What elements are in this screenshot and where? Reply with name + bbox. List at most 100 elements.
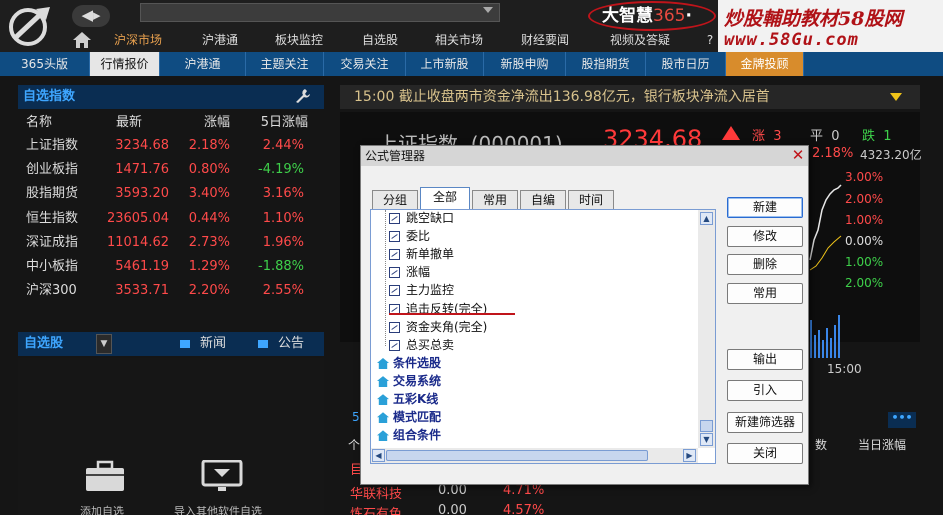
tab-finance-news[interactable]: 财经要闻 — [512, 30, 578, 50]
stock-value: 0.00 — [438, 503, 467, 515]
import-monitor-icon[interactable] — [201, 460, 243, 492]
index-change-5d: 2.44% — [262, 138, 304, 153]
formula-item[interactable]: 主力监控 — [389, 281, 454, 299]
scroll-thumb[interactable] — [700, 420, 713, 432]
subtab-365-headline[interactable]: 365头版 — [0, 52, 90, 76]
watermark-line2: www.58Gu.com — [724, 30, 859, 50]
stock-pct: 4.71% — [503, 483, 545, 498]
vertical-scrollbar[interactable] — [698, 210, 715, 448]
index-name: 股指期货 — [26, 186, 79, 202]
index-last: 5461.19 — [115, 259, 169, 274]
tab-hugangtong[interactable]: 沪港通 — [192, 30, 248, 50]
scroll-left-icon[interactable]: ◀ — [372, 449, 385, 462]
index-change-5d: 1.96% — [262, 234, 304, 250]
index-row[interactable]: 股指期货 3593.20 3.40% 3.16% — [18, 182, 324, 206]
collapse-arrow-icon[interactable] — [890, 93, 902, 101]
formula-item[interactable]: 新单撤单 — [389, 245, 454, 263]
index-row[interactable]: 深证成指 11014.62 2.73% 1.96% — [18, 231, 324, 255]
folder-house-icon — [377, 376, 389, 388]
index-row[interactable]: 创业板指 1471.76 0.80% -4.19% — [18, 158, 324, 182]
news-button[interactable]: 新闻 — [180, 332, 226, 356]
formula-folder[interactable]: 模式匹配 — [377, 408, 441, 426]
stock-name[interactable]: 炼石有色 — [350, 503, 402, 515]
close-button[interactable]: 关闭 — [727, 443, 803, 464]
formula-item[interactable]: 委比 — [389, 227, 430, 245]
delete-button[interactable]: 删除 — [727, 254, 803, 275]
index-row[interactable]: 上证指数 3234.68 2.18% 2.44% — [18, 134, 324, 158]
formula-folder[interactable]: 条件选股 — [377, 354, 441, 372]
formula-label: 跳空缺口 — [406, 211, 455, 225]
common-button[interactable]: 常用 — [727, 283, 803, 304]
close-icon[interactable]: ✕ — [790, 147, 806, 163]
subtab-quotes[interactable]: 行情报价 — [90, 52, 160, 76]
formula-label: 新单撤单 — [406, 247, 455, 262]
new-filter-button[interactable]: 新建筛选器 — [727, 412, 803, 433]
search-input[interactable] — [140, 3, 500, 22]
formula-item[interactable]: 涨幅 — [389, 263, 430, 281]
subtab-theme-focus[interactable]: 主题关注 — [246, 52, 324, 76]
tab-hushen-market[interactable]: 沪深市场 — [108, 30, 168, 50]
formula-folder[interactable]: 交易系统 — [377, 372, 441, 390]
formula-item[interactable]: 跳空缺口 — [389, 209, 454, 227]
news-ticker[interactable]: 15:00 截止收盘两市资金净流出136.98亿元，银行板块净流入居首 — [340, 85, 920, 109]
down-label: 跌 — [862, 129, 876, 144]
dialog-tab-all[interactable]: 全部 — [420, 187, 470, 210]
formula-folder[interactable]: 五彩K线 — [377, 390, 438, 408]
dropdown-arrow-icon[interactable] — [483, 7, 493, 13]
index-row[interactable]: 恒生指数 23605.04 0.44% 1.10% — [18, 207, 324, 231]
scroll-down-icon[interactable]: ▼ — [700, 433, 713, 446]
tab-sector-monitor[interactable]: 板块监控 — [266, 30, 332, 50]
wrench-icon[interactable] — [295, 88, 313, 106]
export-button[interactable]: 输出 — [727, 349, 803, 370]
subtab-index-futures[interactable]: 股指期货 — [566, 52, 646, 76]
more-button[interactable]: ••• — [888, 412, 916, 428]
import-button[interactable]: 引入 — [727, 380, 803, 401]
subtab-market-calendar[interactable]: 股市日历 — [646, 52, 726, 76]
briefcase-icon[interactable] — [84, 460, 126, 492]
dialog-title[interactable]: 公式管理器 — [361, 146, 808, 166]
tab-more[interactable]: ? — [702, 30, 718, 50]
index-change-5d: 3.16% — [262, 186, 304, 202]
add-watchlist-label[interactable]: 添加自选 — [80, 503, 124, 515]
index-table-header: 名称 最新 涨幅 5日涨幅 — [18, 111, 324, 135]
home-icon[interactable] — [72, 31, 92, 49]
subtab-ipo-subscribe[interactable]: 新股申购 — [484, 52, 566, 76]
subtab-hugangtong[interactable]: 沪港通 — [160, 52, 246, 76]
subtab-gold-advisor[interactable]: 金牌投顾 — [726, 52, 804, 76]
index-change-5d: 1.10% — [262, 210, 304, 226]
new-button[interactable]: 新建 — [727, 197, 803, 218]
index-change: 0.80% — [188, 162, 230, 178]
index-row[interactable]: 沪深300 3533.71 2.20% 2.55% — [18, 279, 324, 303]
modify-button[interactable]: 修改 — [727, 226, 803, 247]
notice-button[interactable]: 公告 — [258, 332, 304, 356]
lower-tab-hint[interactable]: 5 — [352, 410, 360, 424]
watchlist-dropdown[interactable]: ▼ — [96, 334, 112, 354]
back-arrow-icon[interactable]: ◀▸ — [72, 5, 110, 27]
down-count-value: 1 — [883, 129, 892, 144]
formula-item[interactable]: 资金夹角(完全) — [389, 318, 487, 336]
dialog-tab-custom[interactable]: 自编 — [520, 190, 566, 210]
index-last: 11014.62 — [106, 234, 169, 250]
subtab-new-listings[interactable]: 上市新股 — [406, 52, 484, 76]
scroll-up-icon[interactable]: ▲ — [700, 212, 713, 225]
watermark-line1: 炒股輔助教材58股网 — [724, 8, 903, 30]
tab-related-markets[interactable]: 相关市场 — [426, 30, 492, 50]
subtab-trade-focus[interactable]: 交易关注 — [324, 52, 406, 76]
dialog-tab-common[interactable]: 常用 — [472, 190, 518, 210]
dialog-tab-group[interactable]: 分组 — [372, 190, 418, 210]
folder-label: 组合条件 — [393, 428, 442, 443]
dialog-tab-time[interactable]: 时间 — [568, 190, 614, 210]
tab-video-qa[interactable]: 视频及答疑 — [600, 30, 680, 50]
col-name: 名称 — [26, 115, 53, 130]
import-watchlist-label[interactable]: 导入其他软件自选 — [174, 503, 262, 515]
formula-item[interactable]: 总买总卖 — [389, 336, 454, 354]
intraday-mini-chart — [809, 184, 842, 358]
watermark: 炒股輔助教材58股网 www.58Gu.com — [718, 0, 943, 52]
stock-name[interactable]: 华联科技 — [350, 483, 402, 502]
formula-label: 主力监控 — [406, 283, 455, 298]
h-scroll-thumb[interactable] — [386, 450, 648, 461]
scroll-right-icon[interactable]: ▶ — [683, 449, 696, 462]
formula-folder[interactable]: 组合条件 — [377, 426, 441, 444]
index-row[interactable]: 中小板指 5461.19 1.29% -1.88% — [18, 255, 324, 279]
tab-watchlist[interactable]: 自选股 — [350, 30, 410, 50]
